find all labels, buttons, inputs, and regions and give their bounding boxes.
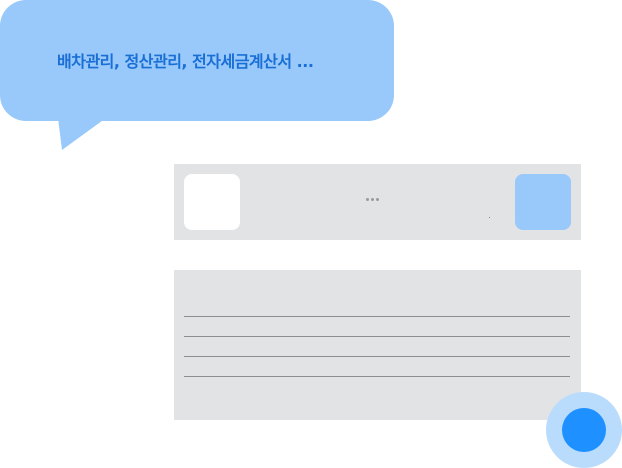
divider-line [184, 336, 570, 337]
divider-line [184, 376, 570, 377]
right-tile[interactable] [515, 174, 571, 230]
header-card [174, 164, 581, 240]
dot [366, 198, 369, 201]
more-dots-icon [366, 198, 379, 201]
dot [371, 198, 374, 201]
content-panel [174, 270, 581, 420]
dot [376, 198, 379, 201]
floating-action-button[interactable] [546, 392, 622, 468]
left-tile[interactable] [184, 174, 240, 230]
speech-bubble-text: 배차관리, 정산관리, 전자세금계산서 ... [57, 52, 314, 71]
decorative-speck [489, 217, 490, 218]
floating-action-button-core[interactable] [562, 408, 606, 452]
divider-line [184, 316, 570, 317]
speech-bubble-tail [58, 118, 106, 150]
divider-line [184, 356, 570, 357]
speech-bubble: 배차관리, 정산관리, 전자세금계산서 ... [0, 0, 394, 121]
